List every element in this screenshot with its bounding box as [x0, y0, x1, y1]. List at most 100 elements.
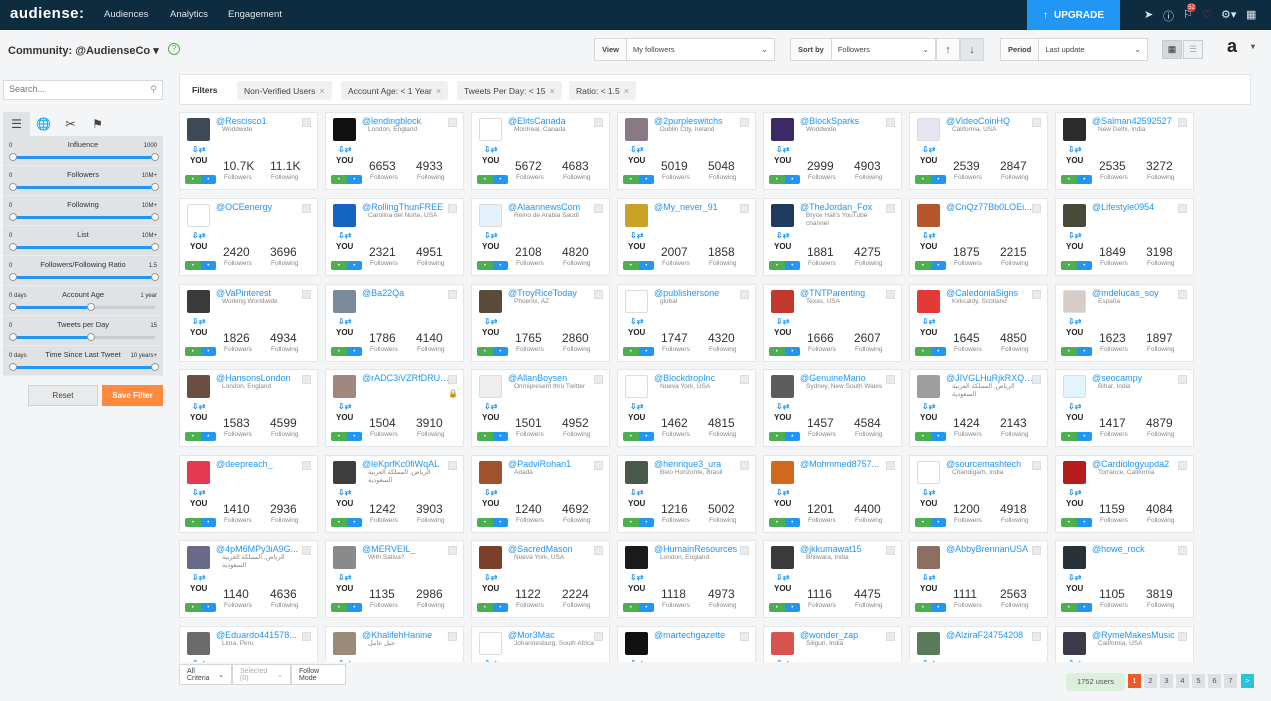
user-card[interactable]: @howe_rock ⇩⇄ YOU 1105 3819 Followers Followin…: [1055, 540, 1194, 618]
avatar[interactable]: [187, 118, 210, 141]
select-checkbox[interactable]: [302, 461, 311, 470]
message-icon[interactable]: •: [346, 261, 362, 270]
select-checkbox[interactable]: [302, 204, 311, 213]
slider-handle-high[interactable]: [151, 243, 159, 251]
user-card[interactable]: @lendingblock London, England ⇩⇄ YOU 6653 493…: [325, 112, 464, 190]
slider-handle-high[interactable]: [87, 303, 96, 311]
avatar[interactable]: [333, 204, 356, 227]
avatar[interactable]: [771, 204, 794, 227]
avatar[interactable]: [917, 632, 940, 655]
select-checkbox[interactable]: [886, 632, 895, 641]
user-card[interactable]: @Mohmmed8757... ⇩⇄ YOU 1201 4400 Followers Fol…: [763, 455, 902, 533]
user-handle-link[interactable]: @seocampy: [1092, 373, 1180, 383]
select-checkbox[interactable]: [740, 290, 749, 299]
audiense-logo[interactable]: audiense:: [10, 5, 85, 22]
follow-icon[interactable]: •: [769, 518, 785, 527]
user-card[interactable]: @AllanBoysen Omnipresent thru Twitter ⇩⇄ YO…: [471, 369, 610, 447]
select-checkbox[interactable]: [448, 546, 457, 555]
user-handle-link[interactable]: @Mor3Mac: [508, 630, 596, 640]
action-toggle[interactable]: • •: [331, 347, 362, 356]
select-checkbox[interactable]: [1032, 375, 1041, 384]
select-checkbox[interactable]: [594, 632, 603, 641]
user-handle-link[interactable]: @Lifestyle0954: [1092, 202, 1180, 212]
message-icon[interactable]: •: [784, 518, 800, 527]
message-icon[interactable]: •: [492, 432, 508, 441]
follow-icon[interactable]: •: [769, 432, 785, 441]
follow-icon[interactable]: •: [915, 347, 931, 356]
avatar[interactable]: [1063, 546, 1086, 569]
action-toggle[interactable]: • •: [477, 261, 508, 270]
avatar[interactable]: [771, 632, 794, 655]
select-checkbox[interactable]: [1178, 632, 1187, 641]
follow-icon[interactable]: •: [477, 347, 493, 356]
user-card[interactable]: @sourcemashtech Chandigarh, India ⇩⇄ YOU 120…: [909, 455, 1048, 533]
user-handle-link[interactable]: @ElitsCanada: [508, 116, 596, 126]
user-card[interactable]: @Ba22Qa ⇩⇄ YOU 1786 4140 Followers Following • •: [325, 284, 464, 362]
user-handle-link[interactable]: @JIVGLHuRjkRXQL6: [946, 373, 1034, 383]
action-toggle[interactable]: • •: [769, 432, 800, 441]
follow-icon[interactable]: •: [1061, 261, 1077, 270]
message-icon[interactable]: •: [200, 603, 216, 612]
action-toggle[interactable]: • •: [623, 261, 654, 270]
page-2-button[interactable]: 2: [1144, 674, 1157, 688]
user-card[interactable]: @deepreach_ ⇩⇄ YOU 1410 2936 Followers Followi…: [179, 455, 318, 533]
avatar[interactable]: [333, 546, 356, 569]
select-checkbox[interactable]: [594, 546, 603, 555]
avatar[interactable]: [1063, 461, 1086, 484]
apps-grid-icon[interactable]: ▦: [1246, 8, 1256, 21]
message-icon[interactable]: •: [492, 347, 508, 356]
select-checkbox[interactable]: [448, 204, 457, 213]
slider-handle-high[interactable]: [151, 213, 159, 221]
user-card[interactable]: @seocampy Bihar, India ⇩⇄ YOU 1417 4879 Follow…: [1055, 369, 1194, 447]
gear-icon[interactable]: ⚙▾: [1221, 8, 1236, 21]
user-handle-link[interactable]: @Ba22Qa: [362, 288, 450, 298]
follow-icon[interactable]: •: [477, 518, 493, 527]
user-card[interactable]: @Salman42592527 New Delhi, India ⇩⇄ YOU 2535…: [1055, 112, 1194, 190]
follow-icon[interactable]: •: [769, 175, 785, 184]
avatar[interactable]: [333, 290, 356, 313]
user-card[interactable]: @jkkumawat15 Bhilwara, India ⇩⇄ YOU 1116 4475…: [763, 540, 902, 618]
follow-icon[interactable]: •: [915, 518, 931, 527]
list-view-icon[interactable]: ☰: [1183, 40, 1203, 59]
filter-chip[interactable]: Ratio: < 1.5 ×: [569, 81, 636, 100]
user-handle-link[interactable]: @CnQz77Bb0LOEi...: [946, 202, 1034, 212]
action-toggle[interactable]: • •: [331, 432, 362, 441]
user-handle-link[interactable]: @KhalifehHanine: [362, 630, 450, 640]
user-card[interactable]: @RollingThunFREE Carolina del Norte, USA ⇩…: [325, 198, 464, 276]
action-toggle[interactable]: • •: [477, 175, 508, 184]
follow-icon[interactable]: •: [769, 603, 785, 612]
user-card[interactable]: @AbbyBrennanUSA ⇩⇄ YOU 1111 2563 Followers Fol…: [909, 540, 1048, 618]
follow-icon[interactable]: •: [477, 432, 493, 441]
user-card[interactable]: @BlockdropInc Nueva York, USA ⇩⇄ YOU 1462 481…: [617, 369, 756, 447]
action-toggle[interactable]: • •: [331, 261, 362, 270]
message-icon[interactable]: •: [1076, 432, 1092, 441]
action-toggle[interactable]: • •: [185, 261, 216, 270]
user-handle-link[interactable]: @RymeMakesMusic: [1092, 630, 1180, 640]
message-icon[interactable]: •: [492, 518, 508, 527]
message-icon[interactable]: •: [346, 518, 362, 527]
user-handle-link[interactable]: @CaledoniaSigns: [946, 288, 1034, 298]
follow-icon[interactable]: •: [623, 175, 639, 184]
user-handle-link[interactable]: @henrique3_ura: [654, 459, 742, 469]
page-1-button[interactable]: 1: [1128, 674, 1141, 688]
avatar[interactable]: [333, 375, 356, 398]
follow-icon[interactable]: •: [915, 175, 931, 184]
avatar[interactable]: [333, 461, 356, 484]
user-handle-link[interactable]: @BlockSparks: [800, 116, 888, 126]
avatar[interactable]: [1063, 632, 1086, 655]
follow-icon[interactable]: •: [915, 432, 931, 441]
filter-chip[interactable]: Tweets Per Day: < 15 ×: [457, 81, 562, 100]
user-card[interactable]: @2purpleswitchs Dublin City, Ireland ⇩⇄ YOU…: [617, 112, 756, 190]
user-handle-link[interactable]: @HansonsLondon: [216, 373, 304, 383]
message-icon[interactable]: •: [1076, 518, 1092, 527]
selected-dropdown[interactable]: Selected (0) ⌄: [232, 664, 291, 685]
user-handle-link[interactable]: @TheJordan_Fox: [800, 202, 888, 212]
avatar[interactable]: [479, 632, 502, 655]
user-card[interactable]: @martechgazette⇩⇄YOUFollowersFollowing••: [617, 626, 756, 662]
action-toggle[interactable]: • •: [331, 603, 362, 612]
select-checkbox[interactable]: [886, 546, 895, 555]
page-5-button[interactable]: 5: [1192, 674, 1205, 688]
sort-select[interactable]: Sort by Followers ⌄: [790, 38, 936, 61]
avatar[interactable]: [479, 546, 502, 569]
user-card[interactable]: @PadviRohan1 Adada ⇩⇄ YOU 1240 4692 Followers F…: [471, 455, 610, 533]
